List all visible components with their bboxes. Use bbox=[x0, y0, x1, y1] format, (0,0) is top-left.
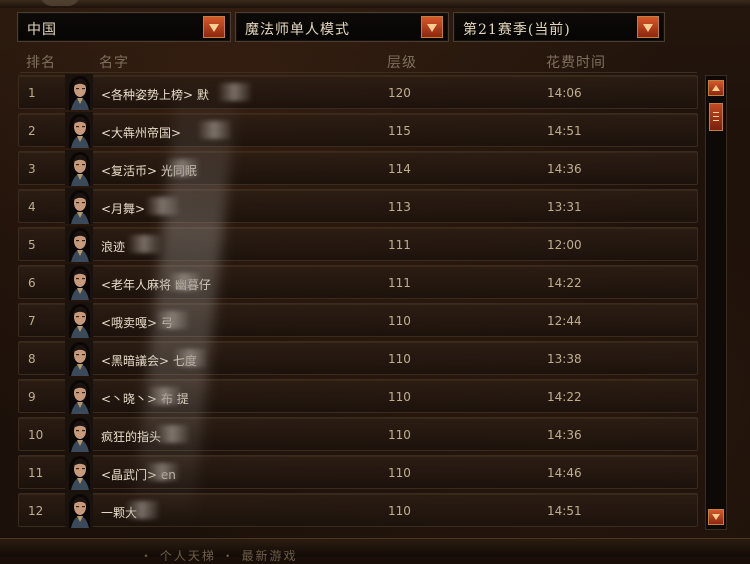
chevron-down-icon[interactable] bbox=[421, 16, 443, 38]
row-time: 14:36 bbox=[547, 428, 582, 442]
row-time: 14:22 bbox=[547, 390, 582, 404]
scroll-thumb[interactable] bbox=[709, 103, 723, 131]
chevron-down-icon[interactable] bbox=[203, 16, 225, 38]
row-rank: 8 bbox=[28, 352, 36, 366]
frame-ornament bbox=[40, 0, 80, 6]
row-level: 115 bbox=[388, 124, 411, 138]
row-rank: 4 bbox=[28, 200, 36, 214]
row-level: 120 bbox=[388, 86, 411, 100]
row-time: 13:38 bbox=[547, 352, 582, 366]
row-level: 110 bbox=[388, 390, 411, 404]
row-rank: 10 bbox=[28, 428, 44, 442]
wizard-portrait-icon bbox=[65, 226, 93, 262]
table-row[interactable]: 2 <大犇州帝国> 115 14:51 bbox=[18, 112, 698, 148]
season-value: 第21赛季(当前) bbox=[463, 22, 571, 38]
row-level: 110 bbox=[388, 504, 411, 518]
scroll-down-icon[interactable] bbox=[708, 509, 724, 525]
row-level: 111 bbox=[388, 238, 411, 252]
wizard-portrait-icon bbox=[65, 150, 93, 186]
table-row[interactable]: 4 <月舞> 113 13:31 bbox=[18, 188, 698, 224]
row-rank: 11 bbox=[28, 466, 44, 480]
column-header-time[interactable]: 花费时间 bbox=[546, 52, 606, 72]
wizard-portrait-icon bbox=[65, 302, 93, 338]
row-rank: 7 bbox=[28, 314, 36, 328]
redaction-blur bbox=[165, 159, 199, 177]
table-row[interactable]: 9 <丶晓丶> 布 提 110 14:22 bbox=[18, 378, 698, 414]
mode-value: 魔法师单人模式 bbox=[245, 22, 350, 38]
redaction-blur bbox=[147, 387, 181, 405]
row-rank: 3 bbox=[28, 162, 36, 176]
row-level: 110 bbox=[388, 314, 411, 328]
wizard-portrait-icon bbox=[65, 378, 93, 414]
wizard-portrait-icon bbox=[65, 454, 93, 490]
row-rank: 1 bbox=[28, 86, 36, 100]
mode-dropdown[interactable]: 魔法师单人模式 bbox=[235, 12, 449, 42]
redaction-blur bbox=[197, 121, 231, 139]
season-dropdown[interactable]: 第21赛季(当前) bbox=[453, 12, 665, 42]
scroll-up-icon[interactable] bbox=[708, 80, 724, 96]
chevron-down-icon[interactable] bbox=[637, 16, 659, 38]
region-dropdown[interactable]: 中国 bbox=[17, 12, 231, 42]
table-row[interactable]: 6 <老年人麻将 幽暮仔 111 14:22 bbox=[18, 264, 698, 300]
row-time: 14:46 bbox=[547, 466, 582, 480]
redaction-blur bbox=[145, 463, 179, 481]
wizard-portrait-icon bbox=[65, 340, 93, 376]
redaction-blur bbox=[125, 501, 159, 519]
row-level: 111 bbox=[388, 276, 411, 290]
redaction-blur bbox=[127, 235, 161, 253]
table-row[interactable]: 1 <各种姿势上榜> 默 120 14:06 bbox=[18, 74, 698, 110]
redaction-blur bbox=[145, 197, 179, 215]
redaction-blur bbox=[155, 311, 189, 329]
bottom-frame: ・ 个人天梯 ・ 最新游戏 bbox=[0, 538, 750, 563]
table-row[interactable]: 7 <哦卖嘎> 弓 110 12:44 bbox=[18, 302, 698, 338]
scrollbar[interactable] bbox=[705, 75, 727, 530]
row-level: 114 bbox=[388, 162, 411, 176]
row-level: 110 bbox=[388, 352, 411, 366]
wizard-portrait-icon bbox=[65, 492, 93, 528]
row-level: 110 bbox=[388, 466, 411, 480]
header-divider bbox=[20, 72, 697, 73]
column-header-level[interactable]: 层级 bbox=[387, 52, 417, 72]
table-row[interactable]: 12 一颗大 110 14:51 bbox=[18, 492, 698, 528]
row-rank: 2 bbox=[28, 124, 36, 138]
row-time: 13:31 bbox=[547, 200, 582, 214]
redaction-blur bbox=[173, 349, 207, 367]
row-rank: 9 bbox=[28, 390, 36, 404]
wizard-portrait-icon bbox=[65, 264, 93, 300]
column-header-rank[interactable]: 排名 bbox=[26, 52, 56, 72]
redaction-blur bbox=[167, 273, 201, 291]
row-time: 14:36 bbox=[547, 162, 582, 176]
row-name: <月舞> bbox=[101, 202, 146, 216]
row-time: 14:22 bbox=[547, 276, 582, 290]
row-time: 12:00 bbox=[547, 238, 582, 252]
row-rank: 6 bbox=[28, 276, 36, 290]
top-frame bbox=[0, 0, 750, 8]
redaction-blur bbox=[155, 425, 189, 443]
row-level: 110 bbox=[388, 428, 411, 442]
table-row[interactable]: 8 <黑暗議会> 七度 110 13:38 bbox=[18, 340, 698, 376]
wizard-portrait-icon bbox=[65, 74, 93, 110]
table-row[interactable]: 11 <晶武门> en 110 14:46 bbox=[18, 454, 698, 490]
redaction-blur bbox=[217, 83, 251, 101]
wizard-portrait-icon bbox=[65, 416, 93, 452]
table-row[interactable]: 10 疯狂的指头 110 14:36 bbox=[18, 416, 698, 452]
row-name: <大犇州帝国> bbox=[101, 126, 182, 140]
row-name: 疯狂的指头 bbox=[101, 430, 162, 444]
wizard-portrait-icon bbox=[65, 112, 93, 148]
row-level: 113 bbox=[388, 200, 411, 214]
row-rank: 5 bbox=[28, 238, 36, 252]
row-name: 浪迹 bbox=[101, 240, 126, 254]
row-time: 12:44 bbox=[547, 314, 582, 328]
row-time: 14:51 bbox=[547, 124, 582, 138]
row-name: <各种姿势上榜> 默 bbox=[101, 88, 209, 102]
table-row[interactable]: 5 浪迹 111 12:00 bbox=[18, 226, 698, 262]
wizard-portrait-icon bbox=[65, 188, 93, 224]
column-header-name[interactable]: 名字 bbox=[99, 52, 129, 72]
row-rank: 12 bbox=[28, 504, 44, 518]
row-time: 14:06 bbox=[547, 86, 582, 100]
table-row[interactable]: 3 <复活币> 光同眠 114 14:36 bbox=[18, 150, 698, 186]
row-time: 14:51 bbox=[547, 504, 582, 518]
region-value: 中国 bbox=[27, 22, 57, 38]
